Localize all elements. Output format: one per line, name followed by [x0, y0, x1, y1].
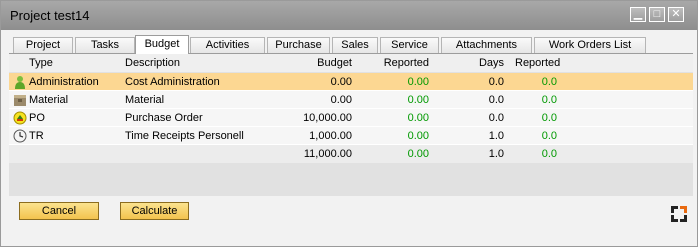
tab-project[interactable]: Project [13, 37, 73, 53]
row-days: 0.0 [488, 112, 504, 124]
row-budget: 1,000.00 [309, 130, 352, 142]
row-reported: 0.00 [407, 76, 429, 88]
row-reported: 0.00 [407, 94, 429, 106]
tab-activities[interactable]: Activities [190, 37, 265, 53]
tab-sales[interactable]: Sales [332, 37, 378, 53]
tab-work-orders-list[interactable]: Work Orders List [534, 37, 646, 53]
calculate-button[interactable]: Calculate [120, 202, 189, 220]
row-description: Purchase Order [125, 112, 203, 124]
person-icon [15, 76, 25, 89]
tab-service[interactable]: Service [380, 37, 439, 53]
table-row[interactable]: Administration Cost Administration 0.00 … [9, 73, 693, 91]
row-budget: 10,000.00 [303, 112, 352, 124]
col-budget-header: Budget [317, 57, 352, 69]
row-days-reported: 0.0 [541, 94, 557, 106]
purchase-order-icon [13, 111, 27, 125]
total-days: 1.0 [488, 148, 504, 160]
row-type: Administration [29, 76, 99, 88]
row-budget: 0.00 [330, 94, 352, 106]
table-row[interactable]: TR Time Receipts Personell 1,000.00 0.00… [9, 127, 693, 145]
project-window: Project test14 ▁ □ ✕ Project Tasks Budge… [0, 0, 698, 247]
table-row[interactable]: Material Material 0.00 0.00 0.0 0.0 [9, 91, 693, 109]
close-button[interactable]: ✕ [668, 7, 684, 22]
window-title: Project test14 [10, 8, 90, 23]
sap-logo-icon [671, 206, 687, 222]
total-budget: 11,000.00 [303, 148, 352, 160]
row-days-reported: 0.0 [541, 76, 557, 88]
totals-row: 11,000.00 0.00 1.0 0.0 [9, 145, 693, 163]
tab-bar: Project Tasks Budget Activities Purchase… [13, 35, 693, 54]
row-days: 1.0 [488, 130, 504, 142]
col-description-header: Description [125, 57, 181, 69]
minimize-icon: ▁ [633, 8, 643, 20]
row-days: 0.0 [488, 76, 504, 88]
row-reported: 0.00 [407, 130, 429, 142]
col-days-header: Days [478, 57, 504, 69]
tab-budget[interactable]: Budget [135, 35, 189, 54]
table-header: Type Description Budget Reported Days Re… [9, 54, 693, 72]
row-type: PO [29, 112, 45, 124]
tab-purchase[interactable]: Purchase [267, 37, 330, 53]
maximize-button[interactable]: □ [649, 7, 665, 22]
row-type: TR [29, 130, 44, 142]
col-reported-header: Reported [383, 57, 429, 69]
row-budget: 0.00 [330, 76, 352, 88]
tab-attachments[interactable]: Attachments [441, 37, 532, 53]
row-reported: 0.00 [407, 112, 429, 124]
tab-tasks[interactable]: Tasks [75, 37, 135, 53]
row-days: 0.0 [488, 94, 504, 106]
row-description: Material [125, 94, 165, 106]
col-days-reported-header: Reported [515, 57, 561, 69]
table-row[interactable]: PO Purchase Order 10,000.00 0.00 0.0 0.0 [9, 109, 693, 127]
clock-icon [13, 129, 27, 143]
row-type: Material [29, 94, 69, 106]
cancel-button[interactable]: Cancel [19, 202, 99, 220]
close-icon: ✕ [671, 8, 681, 20]
row-description: Cost Administration [125, 76, 220, 88]
minimize-button[interactable]: ▁ [630, 7, 646, 22]
col-type-header: Type [29, 57, 53, 69]
row-days-reported: 0.0 [541, 112, 557, 124]
total-days-reported: 0.0 [541, 148, 557, 160]
budget-panel: Type Description Budget Reported Days Re… [9, 53, 693, 196]
title-bar: Project test14 ▁ □ ✕ [1, 1, 697, 30]
total-reported: 0.00 [407, 148, 429, 160]
material-icon [14, 95, 26, 106]
row-days-reported: 0.0 [541, 130, 557, 142]
row-description: Time Receipts Personell [125, 130, 244, 142]
maximize-icon: □ [653, 8, 661, 20]
